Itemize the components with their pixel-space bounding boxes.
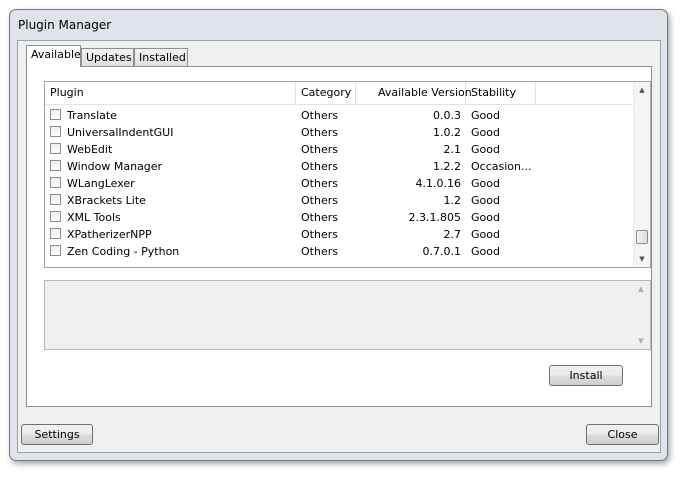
cell-stability: Good <box>471 228 500 241</box>
window-title: Plugin Manager <box>18 18 112 32</box>
cell-category: Others <box>301 160 338 173</box>
cell-plugin: XML Tools <box>67 211 121 224</box>
cell-stability: Good <box>471 194 500 207</box>
cell-version: 1.0.2 <box>433 126 461 139</box>
row-checkbox[interactable] <box>50 109 61 120</box>
dialog-client-area: Available Updates Installed Plugin Categ… <box>17 40 661 453</box>
scrollbar-thumb[interactable] <box>636 230 648 244</box>
cell-plugin: Zen Coding - Python <box>67 245 180 258</box>
cell-stability: Occasion... <box>471 160 532 173</box>
cell-stability: Good <box>471 143 500 156</box>
table-row[interactable]: Zen Coding - Python Others 0.7.0.1 Good <box>45 243 635 260</box>
column-header-plugin[interactable]: Plugin <box>45 82 296 104</box>
cell-version: 1.2 <box>443 194 462 207</box>
cell-category: Others <box>301 177 338 190</box>
settings-button[interactable]: Settings <box>21 424 93 445</box>
table-row[interactable]: Translate Others 0.0.3 Good <box>45 107 635 124</box>
cell-stability: Good <box>471 126 500 139</box>
cell-version: 2.1 <box>443 143 462 156</box>
row-checkbox[interactable] <box>50 211 61 222</box>
row-checkbox[interactable] <box>50 194 61 205</box>
cell-stability: Good <box>471 109 500 122</box>
cell-plugin: Window Manager <box>67 160 163 173</box>
plugin-list[interactable]: Plugin Category Available Version Stabil… <box>44 81 651 268</box>
row-checkbox[interactable] <box>50 126 61 137</box>
cell-plugin: WLangLexer <box>67 177 135 190</box>
description-scrollbar[interactable]: ▲ ▼ <box>633 281 650 349</box>
chevron-down-icon[interactable]: ▼ <box>633 333 649 349</box>
cell-version: 0.0.3 <box>433 109 461 122</box>
table-row[interactable]: Window Manager Others 1.2.2 Occasion... <box>45 158 635 175</box>
cell-plugin: WebEdit <box>67 143 113 156</box>
cell-category: Others <box>301 228 338 241</box>
row-checkbox[interactable] <box>50 245 61 256</box>
cell-version: 2.7 <box>443 228 462 241</box>
cell-plugin: XPatherizerNPP <box>67 228 152 241</box>
chevron-up-icon[interactable]: ▲ <box>633 281 649 297</box>
table-row[interactable]: XML Tools Others 2.3.1.805 Good <box>45 209 635 226</box>
tab-installed[interactable]: Installed <box>134 48 188 66</box>
cell-plugin: Translate <box>67 109 117 122</box>
row-checkbox[interactable] <box>50 160 61 171</box>
table-row[interactable]: UniversalIndentGUI Others 1.0.2 Good <box>45 124 635 141</box>
table-row[interactable]: XPatherizerNPP Others 2.7 Good <box>45 226 635 243</box>
chevron-down-icon[interactable]: ▼ <box>634 251 650 267</box>
table-row[interactable]: WLangLexer Others 4.1.0.16 Good <box>45 175 635 192</box>
plugin-description-box[interactable]: ▲ ▼ <box>44 280 651 350</box>
cell-version: 2.3.1.805 <box>408 211 461 224</box>
cell-category: Others <box>301 194 338 207</box>
table-row[interactable]: XBrackets Lite Others 1.2 Good <box>45 192 635 209</box>
tab-updates[interactable]: Updates <box>81 48 134 66</box>
cell-plugin: UniversalIndentGUI <box>67 126 174 139</box>
install-button[interactable]: Install <box>549 365 623 386</box>
row-checkbox[interactable] <box>50 228 61 239</box>
close-button[interactable]: Close <box>586 424 659 445</box>
cell-category: Others <box>301 245 338 258</box>
row-checkbox[interactable] <box>50 143 61 154</box>
bottom-button-bar: Settings Close <box>18 407 660 452</box>
cell-stability: Good <box>471 245 500 258</box>
cell-version: 4.1.0.16 <box>415 177 461 190</box>
column-header-category[interactable]: Category <box>296 82 356 104</box>
list-scrollbar[interactable]: ▲ ▼ <box>633 82 650 267</box>
tab-available[interactable]: Available <box>26 45 81 67</box>
cell-category: Others <box>301 143 338 156</box>
list-header: Plugin Category Available Version Stabil… <box>45 82 635 105</box>
column-header-available-version[interactable]: Available Version <box>356 82 472 104</box>
table-row[interactable]: WebEdit Others 2.1 Good <box>45 141 635 158</box>
list-rows: Translate Others 0.0.3 Good UniversalIndentG… <box>45 107 635 260</box>
cell-category: Others <box>301 109 338 122</box>
column-header-stability[interactable]: Stability <box>466 82 536 104</box>
cell-version: 1.2.2 <box>433 160 461 173</box>
cell-stability: Good <box>471 211 500 224</box>
row-checkbox[interactable] <box>50 177 61 188</box>
cell-category: Others <box>301 211 338 224</box>
available-tab-panel: Plugin Category Available Version Stabil… <box>26 66 652 407</box>
cell-category: Others <box>301 126 338 139</box>
cell-plugin: XBrackets Lite <box>67 194 146 207</box>
cell-version: 0.7.0.1 <box>422 245 461 258</box>
cell-stability: Good <box>471 177 500 190</box>
plugin-manager-window: Plugin Manager Available Updates Install… <box>9 9 668 461</box>
chevron-up-icon[interactable]: ▲ <box>634 82 650 98</box>
column-header-empty <box>536 82 635 104</box>
